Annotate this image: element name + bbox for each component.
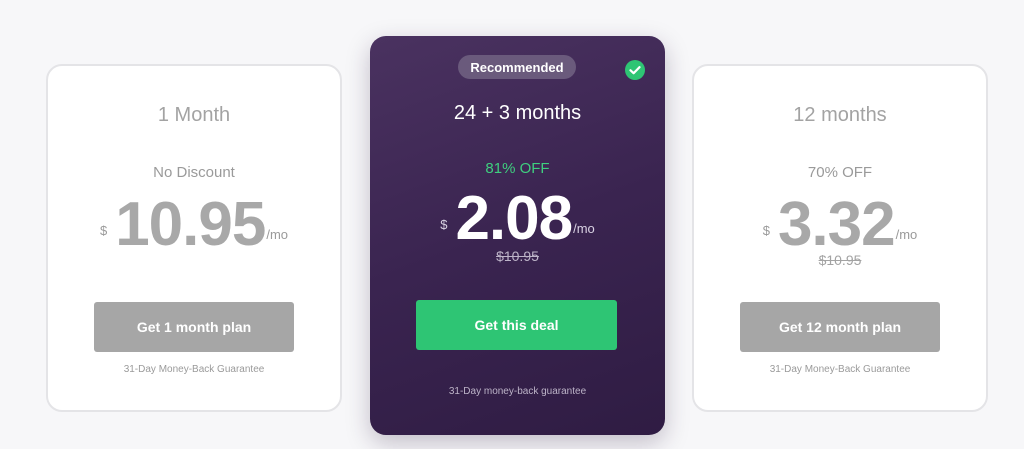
guarantee-text: 31-Day Money-Back Guarantee [769, 364, 911, 375]
currency-symbol: $ [99, 223, 108, 238]
plan-title: 1 Month [157, 104, 231, 126]
plan-card-24-plus-3-months[interactable]: Recommended 24 + 3 months 81% OFF $ 2.08… [370, 36, 665, 435]
price-period: /mo [573, 221, 595, 236]
plan-card-1-month[interactable]: 1 Month No Discount $ 10.95 /mo Get 1 mo… [46, 64, 342, 412]
price-period: /mo [895, 227, 918, 242]
price-amount: 3.32 [777, 190, 896, 259]
plan-discount: 70% OFF [807, 164, 873, 181]
plan-discount: No Discount [153, 164, 235, 181]
get-this-deal-button[interactable]: Get this deal [416, 300, 617, 350]
plan-title: 24 + 3 months [453, 102, 582, 124]
get-12-month-plan-button[interactable]: Get 12 month plan [740, 302, 940, 352]
price-amount: 2.08 [455, 184, 573, 253]
plan-card-12-months[interactable]: 12 months 70% OFF $ 3.32 /mo $10.95 Get … [692, 64, 988, 412]
price-amount: 10.95 [115, 190, 266, 259]
currency-symbol: $ [440, 217, 448, 232]
price-row: $ 10.95 /mo [48, 194, 340, 256]
guarantee-text: 31-Day Money-Back Guarantee [123, 364, 265, 375]
currency-symbol: $ [762, 223, 770, 238]
price-row: $ 3.32 /mo [694, 194, 986, 256]
price-row: $ 2.08 /mo [370, 188, 665, 250]
original-price: $10.95 [818, 252, 862, 268]
price-period: /mo [266, 227, 289, 242]
guarantee-text: 31-Day money-back guarantee [448, 386, 587, 397]
get-1-month-plan-button[interactable]: Get 1 month plan [94, 302, 294, 352]
plan-title: 12 months [793, 104, 887, 126]
plan-discount: 81% OFF [485, 160, 550, 177]
original-price: $10.95 [496, 248, 539, 264]
check-circle-icon [625, 60, 645, 80]
recommended-badge: Recommended [458, 55, 576, 79]
